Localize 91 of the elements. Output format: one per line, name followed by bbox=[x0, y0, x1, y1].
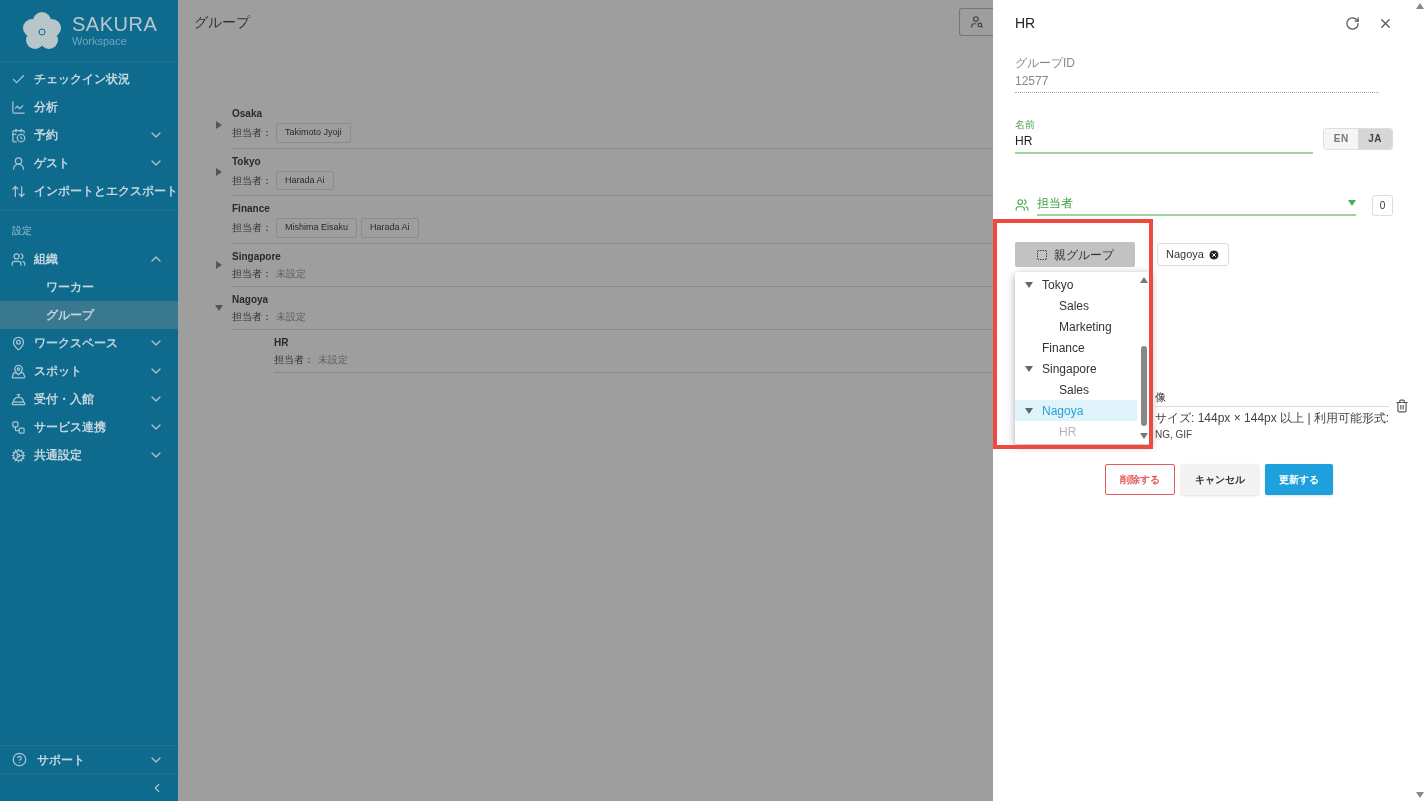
nav-subitem[interactable]: ワーカー bbox=[0, 273, 178, 301]
caret-down-icon[interactable] bbox=[1347, 199, 1356, 207]
refresh-icon[interactable] bbox=[1345, 15, 1361, 31]
caret-up-icon[interactable] bbox=[1139, 276, 1148, 284]
group-name: Osaka bbox=[232, 107, 264, 121]
owner-chip: Takimoto Jyoji bbox=[276, 123, 351, 143]
nav-item[interactable]: サービス連携 bbox=[0, 413, 178, 441]
group-name: Nagoya bbox=[232, 292, 270, 307]
tree-option[interactable]: Sales bbox=[1015, 379, 1137, 400]
section-label: 設定 bbox=[11, 224, 33, 238]
group-name: HR bbox=[274, 335, 290, 350]
scrollbar-thumb[interactable] bbox=[1140, 346, 1147, 426]
bell-icon bbox=[11, 391, 26, 407]
nav-item[interactable]: 予約 bbox=[0, 121, 178, 149]
nav-item[interactable]: サポート bbox=[0, 745, 178, 773]
caret-down-icon[interactable] bbox=[1416, 791, 1425, 799]
field-label: グループID bbox=[1015, 55, 1076, 72]
image-title: 像 bbox=[1155, 390, 1167, 405]
flower-logo-icon bbox=[22, 10, 62, 51]
caret-down-icon[interactable] bbox=[1025, 364, 1033, 373]
unset-text: 未設定 bbox=[276, 266, 306, 281]
nav-item[interactable]: 分析 bbox=[0, 93, 178, 121]
nav-item[interactable]: 組織 bbox=[0, 245, 178, 273]
tree-option[interactable]: Marketing bbox=[1015, 316, 1137, 337]
tree-option[interactable]: Tokyo bbox=[1015, 274, 1137, 295]
owner-select[interactable]: 担当者 bbox=[1037, 194, 1356, 216]
owner-label: 担当者： bbox=[232, 309, 272, 324]
image-hint: サイズ: 144px × 144px 以上 | 利用可能形式: bbox=[1155, 405, 1390, 427]
caret-down-icon[interactable] bbox=[1025, 280, 1033, 289]
pin-icon bbox=[11, 363, 26, 379]
connector-icon bbox=[11, 419, 26, 435]
group-name: Finance bbox=[232, 202, 271, 216]
parent-group-button[interactable]: 親グループ bbox=[1015, 242, 1135, 267]
owner-label: 担当者： bbox=[232, 126, 272, 141]
nav-item[interactable]: スポット bbox=[0, 357, 178, 385]
caret-right-icon[interactable] bbox=[215, 261, 223, 269]
owner-label: 担当者： bbox=[232, 221, 272, 236]
caret-right-icon[interactable] bbox=[215, 120, 223, 129]
owner-chip: Mishima Eisaku bbox=[276, 218, 358, 238]
help-icon bbox=[12, 752, 27, 767]
caret-down-icon[interactable] bbox=[215, 304, 223, 312]
pin-icon bbox=[11, 335, 26, 351]
owner-label: 担当者： bbox=[232, 173, 272, 188]
nav-item[interactable]: インポートとエクスポート bbox=[0, 177, 178, 205]
tree-option[interactable]: Sales bbox=[1015, 295, 1137, 316]
group-name: Singapore bbox=[232, 249, 282, 264]
settings-icon bbox=[11, 447, 26, 463]
owner-label: 担当者： bbox=[232, 266, 272, 281]
trash-icon[interactable] bbox=[1395, 399, 1410, 413]
unset-text: 未設定 bbox=[276, 309, 306, 324]
language-toggle[interactable]: EN bbox=[1324, 128, 1359, 149]
parent-chip: Nagoya bbox=[1157, 243, 1229, 266]
nav-item[interactable]: チェックイン状況 bbox=[0, 65, 178, 93]
page-title: グループ bbox=[194, 12, 250, 32]
nav-item[interactable]: 共通設定 bbox=[0, 441, 178, 469]
language-toggle[interactable]: JA bbox=[1358, 128, 1393, 149]
nav-item[interactable]: 受付・入館 bbox=[0, 385, 178, 413]
people-icon bbox=[11, 251, 26, 267]
tree-option[interactable]: Nagoya bbox=[1015, 400, 1137, 421]
up-down-arrows-icon bbox=[11, 183, 26, 199]
tree-option[interactable]: Singapore bbox=[1015, 358, 1137, 379]
action-button[interactable]: キャンセル bbox=[1181, 463, 1259, 495]
unset-text: 未設定 bbox=[318, 352, 348, 367]
owner-label: 担当者： bbox=[274, 352, 314, 367]
remove-icon[interactable] bbox=[1207, 248, 1220, 261]
group-id-value: 12577 bbox=[1015, 73, 1050, 90]
owner-chip: Harada Ai bbox=[276, 170, 334, 190]
logo-title: SAKURA bbox=[72, 14, 158, 34]
image-formats: NG, GIF bbox=[1155, 427, 1194, 442]
people-icon bbox=[1015, 198, 1029, 212]
user-search-icon bbox=[969, 15, 984, 29]
action-button[interactable]: 更新する bbox=[1265, 463, 1333, 495]
caret-right-icon[interactable] bbox=[215, 168, 223, 177]
line-chart-icon bbox=[11, 99, 26, 115]
person-icon bbox=[11, 155, 26, 171]
logo-subtitle: Workspace bbox=[72, 36, 128, 47]
nav-item[interactable]: ワークスペース bbox=[0, 329, 178, 357]
caret-down-icon[interactable] bbox=[1139, 432, 1148, 440]
nav-item[interactable]: ゲスト bbox=[0, 149, 178, 177]
nav-subitem[interactable]: グループ bbox=[0, 301, 178, 329]
caret-up-icon[interactable] bbox=[1416, 2, 1425, 10]
name-field[interactable]: HR bbox=[1015, 132, 1314, 150]
owner-chip: Harada Ai bbox=[361, 218, 419, 238]
group-name: Tokyo bbox=[232, 154, 262, 169]
calendar-icon bbox=[11, 127, 26, 143]
action-button[interactable]: 削除する bbox=[1105, 463, 1175, 495]
tree-option[interactable]: Finance bbox=[1015, 337, 1137, 358]
panel-title: HR bbox=[1015, 13, 1036, 33]
owner-count: 0 bbox=[1371, 194, 1394, 216]
caret-down-icon[interactable] bbox=[1025, 406, 1033, 415]
field-label: 名前 bbox=[1015, 118, 1036, 132]
